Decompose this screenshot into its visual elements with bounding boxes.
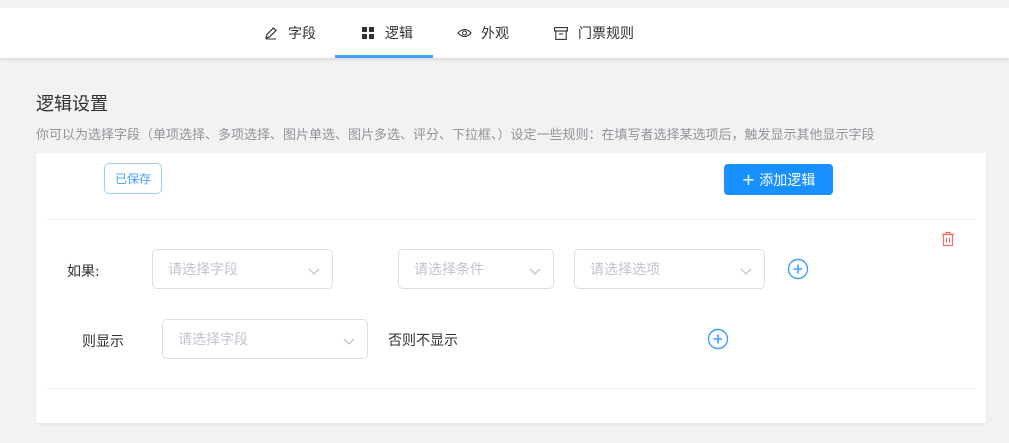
condition-placeholder: 请选择条件 <box>414 262 484 278</box>
tab-ticket-rules[interactable]: 门票规则 <box>553 8 634 58</box>
option-select[interactable]: 请选择选项 <box>574 249 765 289</box>
grid-icon <box>360 25 376 41</box>
add-logic-button[interactable]: + 添加逻辑 <box>724 164 833 195</box>
tab-bar: 字段 逻辑 外观 门票规则 <box>0 8 1009 58</box>
if-label: 如果: <box>67 264 100 280</box>
chevron-down-icon <box>308 264 320 275</box>
tab-fields-label: 字段 <box>288 26 316 42</box>
tab-fields[interactable]: 字段 <box>263 8 316 58</box>
delete-rule-icon[interactable] <box>941 231 955 247</box>
top-strip <box>0 0 1009 8</box>
if-field-select[interactable]: 请选择字段 <box>152 249 333 289</box>
tab-ticket-rules-label: 门票规则 <box>578 26 634 42</box>
pencil-icon <box>263 25 279 41</box>
divider <box>46 388 976 389</box>
divider <box>46 219 976 220</box>
page-description: 你可以为选择字段（单项选择、多项选择、图片单选、图片多选、评分、下拉框、）设定一… <box>36 128 875 143</box>
condition-select[interactable]: 请选择条件 <box>398 249 554 289</box>
tab-appearance-label: 外观 <box>481 26 509 42</box>
add-logic-label: 添加逻辑 <box>759 172 816 189</box>
logic-panel: 已保存 + 添加逻辑 如果: 请选择字段 请选择条件 请选择选项 则显示 请选择… <box>36 153 986 423</box>
tab-logic-label: 逻辑 <box>385 26 413 42</box>
page-title: 逻辑设置 <box>36 94 108 115</box>
eye-icon <box>456 25 472 41</box>
saved-label: 已保存 <box>114 172 151 186</box>
chevron-down-icon <box>529 264 541 275</box>
then-field-placeholder: 请选择字段 <box>178 332 248 348</box>
chevron-down-icon <box>343 334 355 345</box>
option-placeholder: 请选择选项 <box>590 262 660 278</box>
if-field-placeholder: 请选择字段 <box>168 262 238 278</box>
tab-logic[interactable]: 逻辑 <box>335 8 433 58</box>
then-show-label: 则显示 <box>82 334 124 350</box>
else-hide-label: 否则不显示 <box>388 333 458 349</box>
saved-button[interactable]: 已保存 <box>104 163 162 194</box>
archive-box-icon <box>553 25 569 41</box>
add-condition-icon[interactable] <box>787 258 809 280</box>
chevron-down-icon <box>740 264 752 275</box>
add-show-field-icon[interactable] <box>707 328 729 350</box>
then-field-select[interactable]: 请选择字段 <box>162 319 368 359</box>
plus-icon: + <box>741 169 756 189</box>
tab-appearance[interactable]: 外观 <box>456 8 509 58</box>
